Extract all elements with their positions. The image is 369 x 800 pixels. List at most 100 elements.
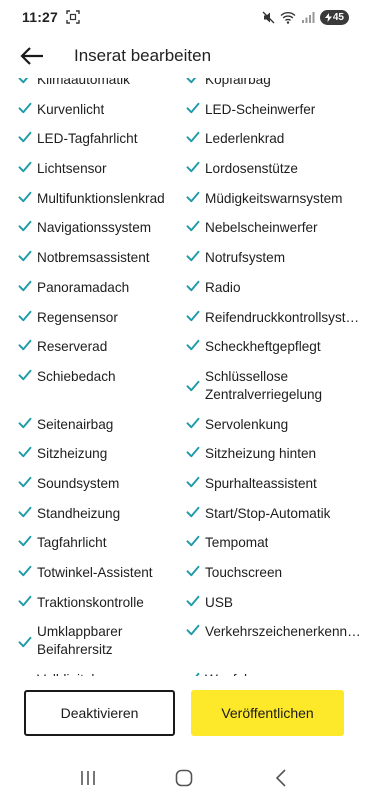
check-icon: [186, 280, 204, 292]
feature-list[interactable]: Klimaautomatik Kopfairbag Kurvenlicht LED-S…: [0, 78, 369, 676]
feature-label: Spurhalteassistent: [205, 475, 317, 491]
feature-item[interactable]: Verkehrszeichenerkennung: [186, 617, 361, 665]
feature-item[interactable]: Radio: [186, 273, 361, 303]
back-button[interactable]: [10, 36, 54, 76]
check-icon: [18, 161, 36, 173]
nav-back-button[interactable]: [259, 760, 303, 796]
feature-label: Touchscreen: [205, 565, 283, 580]
feature-item[interactable]: Schiebedach: [18, 362, 186, 410]
feature-item[interactable]: Seitenairbag: [18, 410, 186, 440]
home-button[interactable]: [162, 760, 206, 796]
check-icon: [186, 310, 204, 322]
feature-label: Müdigkeitswarnsystem: [205, 190, 343, 206]
feature-grid: Klimaautomatik Kopfairbag Kurvenlicht LED-S…: [0, 78, 369, 676]
check-icon: [186, 417, 204, 429]
feature-label: LED-Tagfahrlicht: [37, 131, 138, 147]
feature-item[interactable]: Notbremsassistent: [18, 243, 186, 273]
check-icon: [186, 446, 204, 458]
feature-row: Standheizung Start/Stop-Automatik: [0, 499, 369, 529]
feature-item[interactable]: Kopfairbag: [186, 78, 361, 95]
feature-label: Volldigitales Kombiinstrument: [37, 671, 186, 676]
feature-item[interactable]: Tagfahrlicht: [18, 528, 186, 558]
feature-item[interactable]: Totwinkel-Assistent: [18, 558, 186, 588]
feature-row: Navigationssystem Nebelscheinwerfer: [0, 213, 369, 243]
check-icon: [18, 78, 36, 84]
feature-item[interactable]: Tempomat: [186, 528, 361, 558]
feature-label: Nebelscheinwerfer: [205, 220, 318, 236]
feature-item[interactable]: Schlüssellose Zentralverriegelung: [186, 362, 361, 410]
feature-item[interactable]: Spurhalteassistent: [186, 469, 361, 499]
feature-label: Notrufsystem: [205, 250, 286, 266]
feature-item[interactable]: Multifunktionslenkrad: [18, 184, 186, 214]
feature-item[interactable]: Soundsystem: [18, 469, 186, 499]
screenshot-icon: [66, 10, 80, 24]
feature-item[interactable]: Kurvenlicht: [18, 95, 186, 125]
feature-label: Kurvenlicht: [37, 101, 105, 117]
feature-item[interactable]: Traktionskontrolle: [18, 588, 186, 618]
feature-item[interactable]: Reserverad: [18, 332, 186, 362]
feature-item[interactable]: LED-Scheinwerfer: [186, 95, 361, 125]
feature-item[interactable]: Nebelscheinwerfer: [186, 213, 361, 243]
status-right: 45: [262, 9, 349, 25]
check-icon: [186, 131, 204, 143]
check-icon: [18, 446, 36, 458]
check-icon: [18, 595, 36, 607]
feature-item[interactable]: Lederlenkrad: [186, 124, 361, 154]
check-icon: [186, 191, 204, 203]
home-icon: [176, 769, 193, 786]
feature-item[interactable]: Lichtsensor: [18, 154, 186, 184]
feature-item[interactable]: Start/Stop-Automatik: [186, 499, 361, 529]
feature-label: Radio: [205, 279, 241, 295]
feature-label: Schlüssellose Zentralverriegelung: [205, 368, 323, 402]
feature-item[interactable]: Touchscreen: [186, 558, 361, 588]
feature-item[interactable]: Sitzheizung: [18, 439, 186, 469]
feature-item[interactable]: USB: [186, 588, 361, 618]
feature-item[interactable]: Müdigkeitswarnsystem: [186, 184, 361, 214]
feature-label: Schiebedach: [37, 368, 116, 384]
feature-label: Verkehrszeichenerkennung: [205, 624, 361, 640]
feature-row: Klimaautomatik Kopfairbag: [0, 78, 369, 95]
feature-label: Lederlenkrad: [205, 131, 285, 147]
feature-item[interactable]: Standheizung: [18, 499, 186, 529]
feature-row: Panoramadach Radio: [0, 273, 369, 303]
feature-item[interactable]: Lordosenstütze: [186, 154, 361, 184]
publish-button[interactable]: Veröffentlichen: [191, 690, 344, 736]
feature-item[interactable]: Volldigitales Kombiinstrument: [18, 665, 186, 676]
feature-item[interactable]: Umklappbarer Beifahrersitz: [18, 617, 186, 665]
system-nav-bar: [0, 755, 369, 800]
feature-item[interactable]: Panoramadach: [18, 273, 186, 303]
feature-row: Kurvenlicht LED-Scheinwerfer: [0, 95, 369, 125]
status-bar: 11:27 45: [0, 0, 369, 34]
feature-row: Traktionskontrolle USB: [0, 588, 369, 618]
feature-item[interactable]: Scheckheftgepflegt: [186, 332, 361, 362]
check-icon: [18, 565, 36, 577]
feature-label: Servolenkung: [205, 416, 289, 432]
check-icon: [186, 161, 204, 173]
feature-item[interactable]: Wegfahrsperre: [186, 665, 361, 676]
check-icon: [18, 636, 36, 648]
recents-button[interactable]: [66, 760, 110, 796]
mute-icon: [262, 11, 275, 24]
feature-label: Start/Stop-Automatik: [205, 505, 331, 521]
check-icon: [186, 672, 204, 676]
feature-item[interactable]: Reifendruckkontrollsystem: [186, 303, 361, 333]
feature-item[interactable]: Servolenkung: [186, 410, 361, 440]
feature-label: LED-Scheinwerfer: [205, 101, 316, 117]
check-icon: [186, 339, 204, 351]
deactivate-button[interactable]: Deaktivieren: [24, 690, 175, 736]
feature-item[interactable]: LED-Tagfahrlicht: [18, 124, 186, 154]
feature-item[interactable]: Sitzheizung hinten: [186, 439, 361, 469]
battery-indicator: 45: [319, 9, 349, 25]
feature-row: Volldigitales Kombiinstrument Wegfahrsper…: [0, 665, 369, 676]
feature-item[interactable]: Klimaautomatik: [18, 78, 186, 95]
feature-label: USB: [205, 594, 233, 610]
feature-label: Notbremsassistent: [37, 250, 150, 266]
feature-item[interactable]: Notrufsystem: [186, 243, 361, 273]
feature-label: Sitzheizung: [37, 446, 108, 462]
check-icon: [186, 220, 204, 232]
feature-item[interactable]: Regensensor: [18, 303, 186, 333]
feature-row: Schiebedach Schlüssellose Zentralverriege…: [0, 362, 369, 410]
feature-label: Lichtsensor: [37, 161, 107, 177]
check-icon: [186, 506, 204, 518]
feature-item[interactable]: Navigationssystem: [18, 213, 186, 243]
